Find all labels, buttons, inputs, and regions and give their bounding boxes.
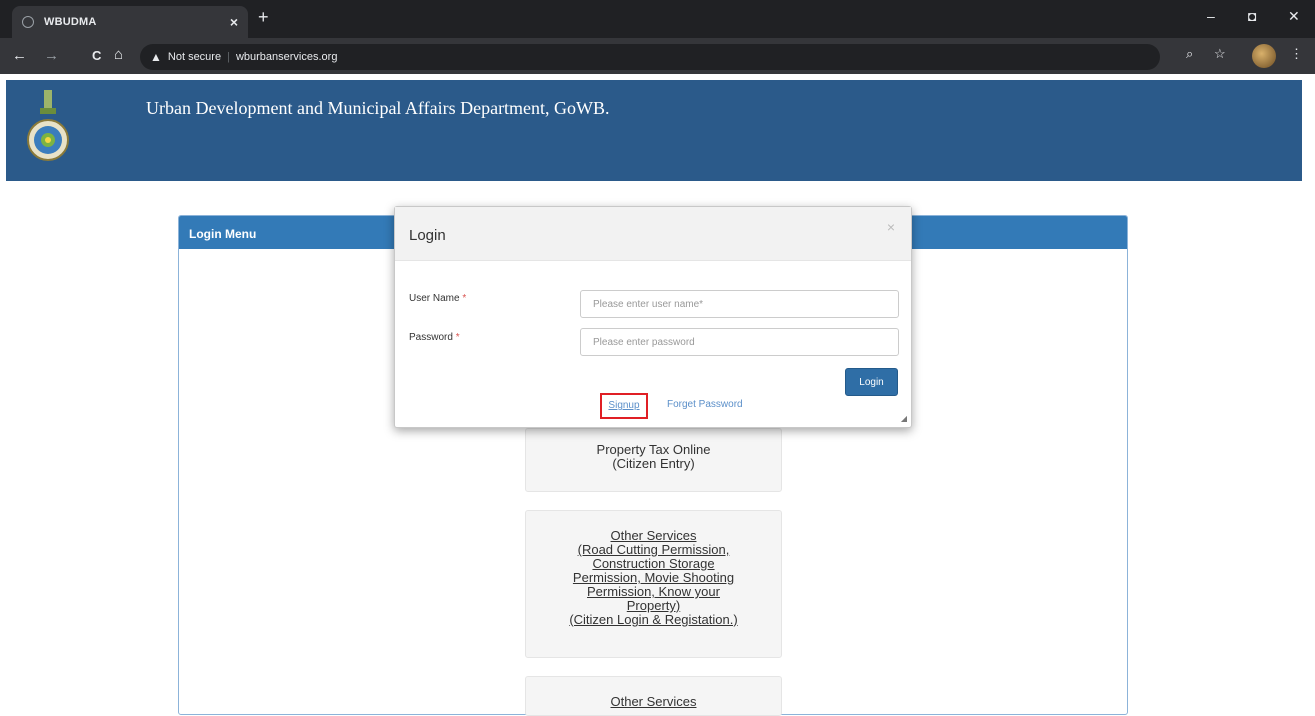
username-label-text: User Name <box>409 293 460 304</box>
browser-tab-bar: WBUDMA × + – ◘ ✕ <box>0 0 1315 38</box>
new-tab-icon[interactable]: + <box>258 7 269 28</box>
password-label: Password * <box>409 332 460 343</box>
tab-title: WBUDMA <box>44 16 97 28</box>
warning-icon: ▲ <box>150 50 162 64</box>
service-link[interactable]: (Road Cutting Permission, <box>526 543 781 557</box>
url-text[interactable]: wburbanservices.org <box>236 51 338 63</box>
address-bar[interactable]: ▲ Not secure | wburbanservices.org <box>140 44 1160 70</box>
minimize-icon[interactable]: – <box>1207 8 1215 24</box>
service-line: Property Tax Online <box>596 442 711 457</box>
login-button[interactable]: Login <box>845 368 898 396</box>
close-icon[interactable]: × <box>887 219 895 235</box>
service-link[interactable]: Permission, Movie Shooting <box>526 571 781 585</box>
zoom-icon[interactable]: ⌕ <box>1186 46 1193 62</box>
globe-icon <box>22 16 34 28</box>
page-title: Urban Development and Municipal Affairs … <box>146 98 610 118</box>
password-label-text: Password <box>409 332 453 343</box>
bookmark-star-icon[interactable]: ☆ <box>1214 46 1226 62</box>
government-emblem-icon <box>27 90 69 161</box>
home-icon[interactable]: ⌂ <box>114 46 123 63</box>
required-mark: * <box>455 332 460 343</box>
reload-icon[interactable]: C <box>92 48 101 63</box>
modal-title: Login <box>409 227 446 244</box>
password-input[interactable] <box>580 328 899 356</box>
tab-close-icon[interactable]: × <box>230 14 238 30</box>
username-input[interactable] <box>580 290 899 318</box>
window-close-icon[interactable]: ✕ <box>1288 8 1300 25</box>
address-separator: | <box>227 51 230 63</box>
login-modal: Login × User Name * Password * Login Sig… <box>394 206 912 428</box>
service-link[interactable]: Other Services <box>526 695 781 709</box>
service-link[interactable]: (Citizen Login & Registation.) <box>526 613 781 627</box>
signup-link[interactable]: Signup <box>600 393 648 419</box>
forward-icon[interactable]: → <box>44 47 59 64</box>
back-icon[interactable]: ← <box>12 47 27 64</box>
maximize-icon[interactable]: ◘ <box>1248 8 1256 24</box>
service-other-services[interactable]: Other Services (Road Cutting Permission,… <box>525 510 782 658</box>
resize-handle-icon[interactable]: ◢ <box>901 414 907 423</box>
browser-tab[interactable]: WBUDMA × <box>12 6 248 38</box>
modal-header: Login <box>395 207 911 261</box>
service-line: (Citizen Entry) <box>612 456 695 471</box>
site-header: Urban Development and Municipal Affairs … <box>6 80 1302 181</box>
service-link[interactable]: Construction Storage <box>526 557 781 571</box>
required-mark: * <box>462 293 467 304</box>
forget-password-link[interactable]: Forget Password <box>667 399 743 410</box>
service-property-tax[interactable]: Property Tax Online (Citizen Entry) <box>525 428 782 492</box>
service-link[interactable]: Permission, Know your <box>526 585 781 599</box>
security-label[interactable]: Not secure <box>168 51 221 63</box>
browser-menu-icon[interactable]: ⋮ <box>1290 46 1303 62</box>
service-link[interactable]: Other Services <box>526 529 781 543</box>
profile-avatar[interactable] <box>1252 44 1276 68</box>
service-other-services-2[interactable]: Other Services <box>525 676 782 716</box>
username-label: User Name * <box>409 293 466 304</box>
service-link[interactable]: Property) <box>526 599 781 613</box>
